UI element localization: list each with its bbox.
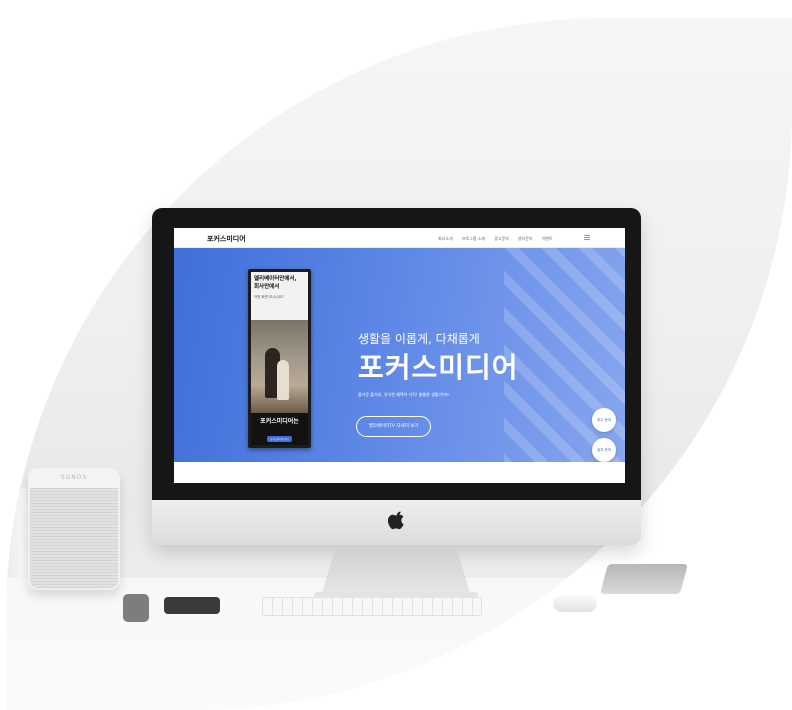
nav-item-programs[interactable]: 프로그램 소개 [462,236,485,242]
tv-brand-text: 포커스미디어는 [260,418,299,425]
photo-figure-child [277,360,289,400]
plant-stem [6,173,144,283]
install-inquiry-float-button[interactable]: 설치 문의 [592,438,616,462]
mouse [553,595,597,612]
tv-text-panel: 엘리베이터안에서, 회사안에서 어떤 화면 보시나요? [251,272,308,320]
hero-title: 포커스미디어 [358,351,519,384]
tv-line-1: 엘리베이터안에서, [254,276,297,282]
nav-item-ad-inquiry[interactable]: 광고문의 [494,236,509,242]
nav-item-about[interactable]: 회사소개 [438,236,453,242]
website-screen: 포커스미디어 회사소개 프로그램 소개 광고문의 설치문의 이벤트 엘리베이터안… [174,228,625,483]
hero-description: 즐거운 볼거리, 유익한 혜택이 가득! 쏠쏠한 생활가이드 [358,392,450,397]
tv-line-2: 회사안에서 [254,284,280,290]
nav-item-event[interactable]: 이벤트 [542,236,553,242]
site-content-strip [174,462,625,483]
ad-inquiry-float-button[interactable]: 광고 문의 [592,408,616,432]
elevator-tv-mockup: 엘리베이터안에서, 회사안에서 어떤 화면 보시나요? 포커스미디어는 포커스미… [248,269,311,448]
laptop [599,564,689,594]
site-nav: 회사소개 프로그램 소개 광고문의 설치문의 이벤트 [438,236,553,242]
tv-line-3: 어떤 화면 보시나요? [254,295,284,299]
site-logo[interactable]: 포커스미디어 [207,234,246,244]
tv-family-photo [251,320,308,413]
speaker-label: SONOS [28,468,120,488]
tv-brand-panel: 포커스미디어는 포커스미디어 광고 [251,413,308,445]
elevator-tv-detail-button[interactable]: 엘리베이터TV 자세히 보기 [356,416,431,437]
site-header: 포커스미디어 회사소개 프로그램 소개 광고문의 설치문의 이벤트 [174,228,625,248]
speaker: SONOS [28,468,120,590]
smartphone [164,597,220,614]
hamburger-menu-icon[interactable] [584,235,590,240]
monitor-stand [321,545,471,597]
tv-brand-pill: 포커스미디어 광고 [266,436,293,442]
apple-logo-icon [388,511,404,530]
hero-subtitle: 생활을 이롭게, 다채롭게 [358,332,480,346]
hero-banner: 엘리베이터안에서, 회사안에서 어떤 화면 보시나요? 포커스미디어는 포커스미… [174,248,625,462]
keyboard [262,597,482,616]
nav-item-install-inquiry[interactable]: 설치문의 [518,236,533,242]
smart-watch [123,594,149,622]
